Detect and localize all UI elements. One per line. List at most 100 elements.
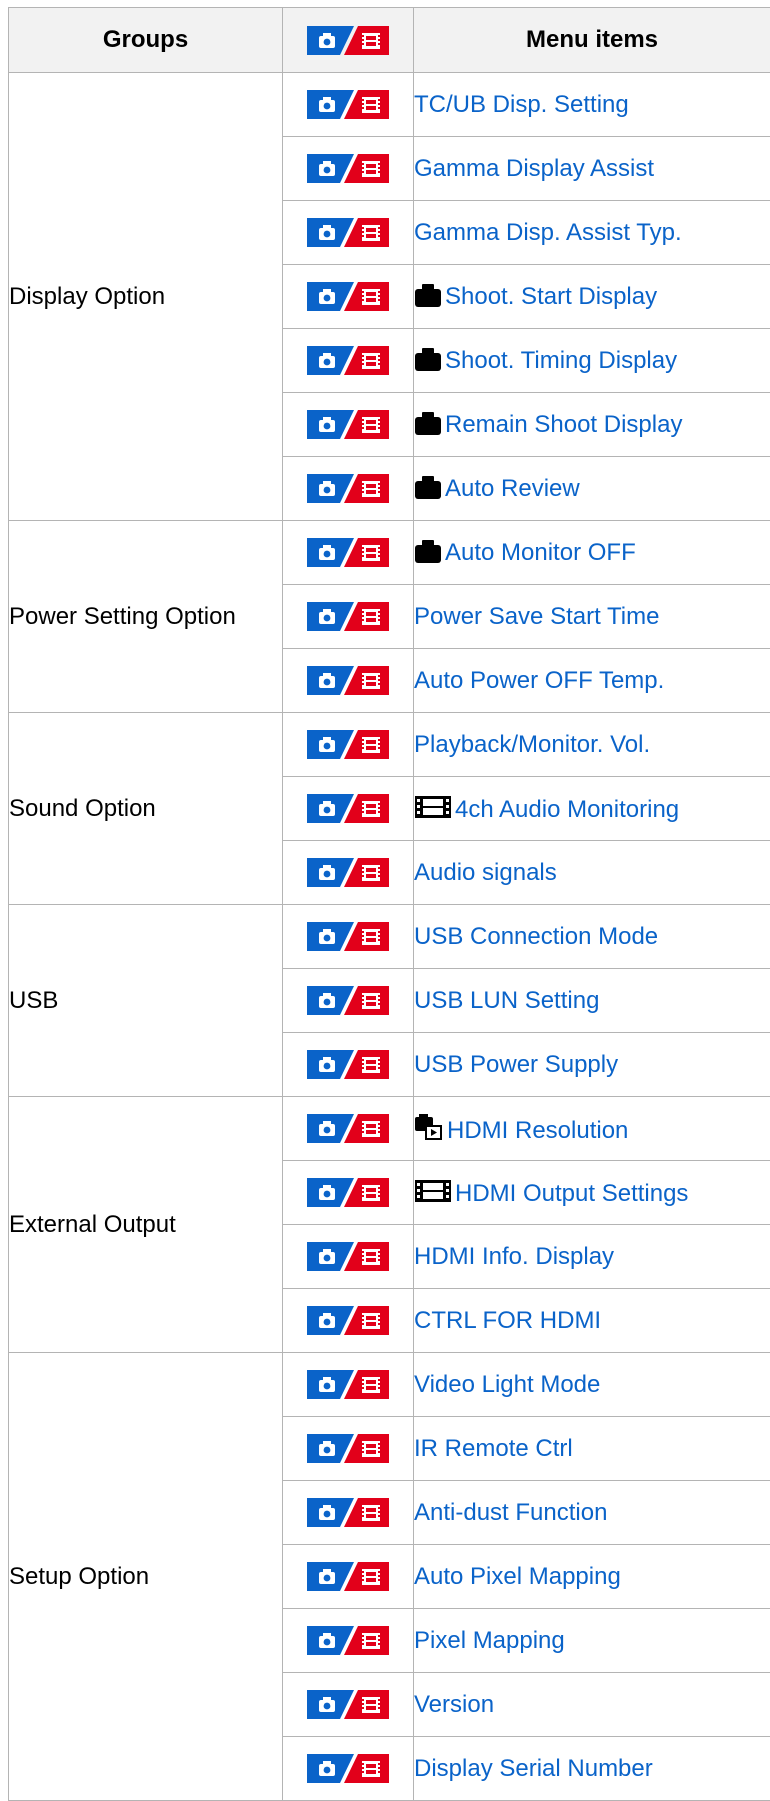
camera-playback-icon	[414, 1113, 444, 1141]
menu-item-label: Shoot. Start Display	[445, 283, 657, 310]
mode-cell	[283, 1417, 414, 1481]
menu-item-link[interactable]: Gamma Display Assist	[414, 155, 654, 182]
menu-item-cell: Auto Power OFF Temp.	[414, 649, 770, 713]
menu-item-link[interactable]: CTRL FOR HDMI	[414, 1307, 601, 1334]
menu-item-link[interactable]: USB Power Supply	[414, 1051, 618, 1078]
film-icon	[362, 1633, 380, 1649]
menu-item-link[interactable]: 4ch Audio Monitoring	[414, 796, 679, 823]
menu-item-cell: USB Power Supply	[414, 1033, 770, 1097]
menu-item-cell: USB LUN Setting	[414, 969, 770, 1033]
film-icon	[362, 481, 380, 497]
menu-item-link[interactable]: Video Light Mode	[414, 1371, 600, 1398]
menu-item-link[interactable]: Power Save Start Time	[414, 603, 659, 630]
mode-cell	[283, 969, 414, 1033]
menu-item-link[interactable]: Audio signals	[414, 859, 557, 886]
menu-item-label: Anti-dust Function	[414, 1499, 607, 1526]
menu-item-label: Gamma Display Assist	[414, 155, 654, 182]
still-movie-mode-badge	[307, 474, 389, 503]
film-icon	[362, 1569, 380, 1585]
menu-item-link[interactable]: Version	[414, 1691, 494, 1718]
menu-item-cell: HDMI Resolution	[414, 1097, 770, 1161]
menu-item-cell: Playback/Monitor. Vol.	[414, 713, 770, 777]
still-movie-mode-badge	[307, 1498, 389, 1527]
menu-item-link[interactable]: USB Connection Mode	[414, 923, 658, 950]
mode-cell	[283, 73, 414, 137]
film-icon	[362, 1377, 380, 1393]
menu-item-label: Video Light Mode	[414, 1371, 600, 1398]
film-icon	[362, 993, 380, 1009]
menu-item-link[interactable]: Auto Monitor OFF	[414, 539, 636, 566]
still-movie-mode-badge	[307, 26, 389, 55]
menu-item-label: Display Serial Number	[414, 1755, 653, 1782]
still-movie-mode-badge	[307, 922, 389, 951]
film-icon	[362, 1313, 380, 1329]
menu-item-link[interactable]: Display Serial Number	[414, 1755, 653, 1782]
menu-item-link[interactable]: Remain Shoot Display	[414, 411, 682, 438]
mode-cell	[283, 137, 414, 201]
group-label: Power Setting Option	[9, 521, 283, 713]
still-movie-mode-badge	[307, 90, 389, 119]
still-movie-mode-badge	[307, 218, 389, 247]
menu-item-label: Auto Review	[445, 475, 580, 502]
menu-item-cell: Gamma Disp. Assist Typ.	[414, 201, 770, 265]
menu-items-header: Menu items	[414, 8, 770, 73]
menu-item-label: HDMI Info. Display	[414, 1243, 614, 1270]
group-label: USB	[9, 905, 283, 1097]
mode-cell	[283, 1097, 414, 1161]
film-icon	[362, 865, 380, 881]
menu-item-link[interactable]: Auto Pixel Mapping	[414, 1563, 621, 1590]
menu-item-link[interactable]: HDMI Resolution	[414, 1117, 628, 1144]
menu-item-link[interactable]: HDMI Output Settings	[414, 1180, 688, 1207]
table-row: Sound OptionPlayback/Monitor. Vol.	[9, 713, 770, 777]
menu-item-link[interactable]: TC/UB Disp. Setting	[414, 91, 629, 118]
film-icon	[362, 1505, 380, 1521]
still-movie-mode-badge	[307, 730, 389, 759]
menu-item-link[interactable]: Auto Review	[414, 475, 580, 502]
menu-item-link[interactable]: Playback/Monitor. Vol.	[414, 731, 650, 758]
menu-item-cell: Power Save Start Time	[414, 585, 770, 649]
menu-item-link[interactable]: Shoot. Start Display	[414, 283, 657, 310]
still-movie-mode-badge	[307, 1434, 389, 1463]
still-movie-mode-badge	[307, 666, 389, 695]
mode-cell	[283, 1737, 414, 1801]
mode-cell	[283, 457, 414, 521]
still-movie-mode-badge	[307, 282, 389, 311]
menu-item-link[interactable]: Shoot. Timing Display	[414, 347, 677, 374]
still-movie-mode-badge	[307, 1178, 389, 1207]
mode-cell	[283, 393, 414, 457]
film-icon	[362, 161, 380, 177]
mode-cell	[283, 777, 414, 841]
menu-item-link[interactable]: IR Remote Ctrl	[414, 1435, 573, 1462]
camera-icon	[414, 347, 442, 371]
film-icon	[362, 1185, 380, 1201]
menu-item-cell: Auto Monitor OFF	[414, 521, 770, 585]
menu-item-label: Gamma Disp. Assist Typ.	[414, 219, 682, 246]
menu-item-link[interactable]: Gamma Disp. Assist Typ.	[414, 219, 682, 246]
menu-item-cell: Remain Shoot Display	[414, 393, 770, 457]
menu-item-label: Auto Pixel Mapping	[414, 1563, 621, 1590]
table-row: USBUSB Connection Mode	[9, 905, 770, 969]
menu-item-cell: Display Serial Number	[414, 1737, 770, 1801]
menu-item-cell: Auto Review	[414, 457, 770, 521]
menu-item-link[interactable]: HDMI Info. Display	[414, 1243, 614, 1270]
menu-item-label: USB Power Supply	[414, 1051, 618, 1078]
mode-cell	[283, 1609, 414, 1673]
mode-cell	[283, 905, 414, 969]
menu-item-link[interactable]: Auto Power OFF Temp.	[414, 667, 664, 694]
menu-item-link[interactable]: Pixel Mapping	[414, 1627, 565, 1654]
film-icon	[362, 1697, 380, 1713]
mode-cell	[283, 1673, 414, 1737]
menu-item-label: Playback/Monitor. Vol.	[414, 731, 650, 758]
menu-item-cell: 4ch Audio Monitoring	[414, 777, 770, 841]
film-icon	[362, 1057, 380, 1073]
film-icon	[362, 737, 380, 753]
menu-item-link[interactable]: Anti-dust Function	[414, 1499, 607, 1526]
film-icon	[362, 1761, 380, 1777]
menu-item-link[interactable]: USB LUN Setting	[414, 987, 599, 1014]
still-movie-mode-badge	[307, 858, 389, 887]
menu-item-label: IR Remote Ctrl	[414, 1435, 573, 1462]
film-icon	[362, 97, 380, 113]
film-icon	[362, 1249, 380, 1265]
menu-item-label: Power Save Start Time	[414, 603, 659, 630]
menu-item-cell: Anti-dust Function	[414, 1481, 770, 1545]
